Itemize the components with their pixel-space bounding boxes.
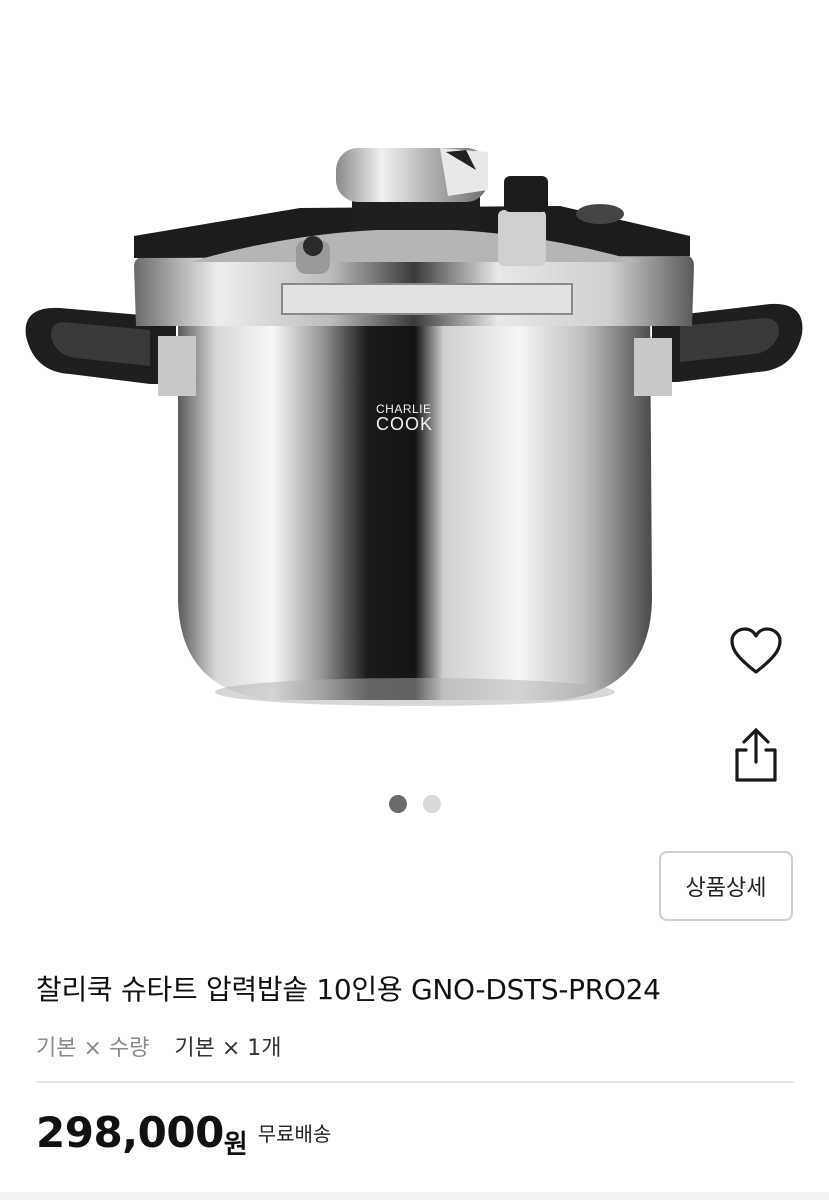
- side-actions: [718, 618, 794, 788]
- product-options: 기본 × 수량 기본 × 1개: [36, 1030, 282, 1062]
- product-price: 298,000: [36, 1108, 224, 1157]
- brand-logo: CHARLIE COOK: [376, 402, 456, 435]
- product-title: 찰리쿡 슈타트 압력밥솥 10인용 GNO-DSTS-PRO24: [36, 973, 661, 1006]
- brand-logo-line2: COOK: [376, 414, 434, 434]
- pager-dot-2[interactable]: [422, 795, 441, 813]
- heart-icon: [730, 627, 782, 674]
- product-detail-button[interactable]: 상품상세: [659, 851, 793, 921]
- image-pager: [0, 795, 829, 813]
- pressure-cooker-illustration: [25, 148, 803, 706]
- shipping-info: 무료배송: [257, 1122, 332, 1146]
- option-label: 기본 × 수량: [36, 1036, 150, 1061]
- divider: [36, 1081, 794, 1083]
- price-row: 298,000 원 무료배송: [36, 1108, 331, 1161]
- price-currency: 원: [223, 1130, 248, 1160]
- share-button[interactable]: [718, 722, 794, 788]
- share-icon: [735, 728, 777, 782]
- wishlist-button[interactable]: [718, 618, 794, 684]
- product-image[interactable]: [0, 0, 829, 790]
- pager-dot-1[interactable]: [388, 795, 407, 813]
- option-value: 기본 × 1개: [174, 1036, 282, 1061]
- bottom-bar: [0, 1192, 829, 1200]
